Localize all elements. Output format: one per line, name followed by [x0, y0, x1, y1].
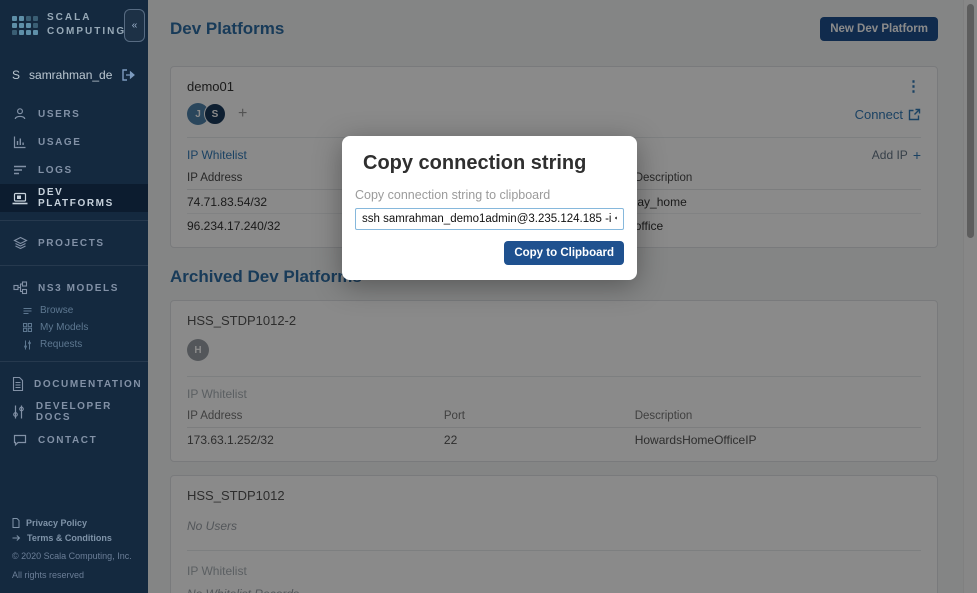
sidebar-subitem-my-models[interactable]: My Models: [0, 319, 148, 336]
sidebar-item-ns3-models[interactable]: NS3 MODELS: [0, 274, 148, 302]
sidebar-label: USERS: [38, 109, 80, 120]
sliders-small-icon: [22, 340, 32, 350]
sidebar-collapse-button[interactable]: «: [124, 9, 145, 42]
sidebar-item-projects[interactable]: PROJECTS: [0, 229, 148, 257]
sidebar-label: DEVELOPER DOCS: [36, 401, 136, 423]
sidebar-label: DOCUMENTATION: [34, 379, 142, 390]
sidebar-item-dev-platforms[interactable]: DEV PLATFORMS: [0, 184, 148, 212]
brand-line1: SCALA: [47, 11, 126, 25]
sidebar-nav: USERS USAGE LOGS DEV PLATFORMS: [0, 100, 148, 454]
modal-title: Copy connection string: [363, 152, 624, 175]
copyright-text: © 2020 Scala Computing, Inc.: [12, 549, 136, 564]
sidebar-divider: [0, 361, 148, 362]
modal-backdrop[interactable]: [148, 0, 977, 593]
person-icon: [12, 107, 28, 121]
copy-to-clipboard-button[interactable]: Copy to Clipboard: [504, 241, 624, 265]
sidebar-item-users[interactable]: USERS: [0, 100, 148, 128]
terms-label: Terms & Conditions: [27, 533, 112, 543]
sidebar-item-developer-docs[interactable]: DEVELOPER DOCS: [0, 398, 148, 426]
sidebar: SCALA COMPUTING « S samrahman_de... USER…: [0, 0, 148, 593]
terms-link[interactable]: Terms & Conditions: [12, 530, 136, 545]
sliders-icon: [12, 405, 26, 419]
layers-icon: [12, 236, 28, 250]
sidebar-divider: [0, 220, 148, 221]
sidebar-sublabel: My Models: [40, 322, 88, 333]
arrow-small-icon: [12, 534, 21, 542]
sidebar-subitem-requests[interactable]: Requests: [0, 336, 148, 353]
user-initial: S: [12, 68, 20, 82]
privacy-policy-label: Privacy Policy: [26, 518, 87, 528]
sidebar-label: DEV PLATFORMS: [38, 187, 136, 209]
sidebar-item-logs[interactable]: LOGS: [0, 156, 148, 184]
brand-line2: COMPUTING: [47, 25, 126, 39]
chat-bubble-icon: [12, 434, 28, 446]
browse-list-icon: [22, 307, 32, 315]
sidebar-label: CONTACT: [38, 435, 97, 446]
laptop-icon: [12, 192, 28, 205]
bar-chart-icon: [12, 135, 28, 149]
connection-string-input[interactable]: [355, 208, 624, 230]
doc-small-icon: [12, 518, 20, 528]
brand-name: SCALA COMPUTING: [47, 11, 126, 39]
copy-connection-modal: Copy connection string Copy connection s…: [342, 136, 637, 280]
sidebar-item-contact[interactable]: CONTACT: [0, 426, 148, 454]
sidebar-sublabel: Requests: [40, 339, 82, 350]
sidebar-footer: Privacy Policy Terms & Conditions © 2020…: [0, 507, 148, 593]
modal-label: Copy connection string to clipboard: [355, 188, 624, 202]
sidebar-label: LOGS: [38, 165, 73, 176]
sidebar-divider: [0, 265, 148, 266]
app-root: SCALA COMPUTING « S samrahman_de... USER…: [0, 0, 977, 593]
rights-text: All rights reserved: [12, 568, 136, 583]
privacy-policy-link[interactable]: Privacy Policy: [12, 515, 136, 530]
user-name: samrahman_de...: [29, 68, 112, 82]
sidebar-label: PROJECTS: [38, 238, 105, 249]
sidebar-label: USAGE: [38, 137, 82, 148]
scala-grid-logo-icon: [12, 16, 38, 35]
logout-icon[interactable]: [121, 68, 136, 82]
log-lines-icon: [12, 164, 28, 176]
sidebar-subitem-browse[interactable]: Browse: [0, 302, 148, 319]
my-models-icon: [22, 323, 32, 332]
nodes-icon: [12, 281, 28, 295]
document-icon: [12, 377, 24, 391]
collapse-chevrons-icon: «: [132, 20, 138, 31]
sidebar-item-usage[interactable]: USAGE: [0, 128, 148, 156]
sidebar-sublabel: Browse: [40, 305, 73, 316]
user-row[interactable]: S samrahman_de...: [0, 62, 148, 88]
sidebar-item-documentation[interactable]: DOCUMENTATION: [0, 370, 148, 398]
sidebar-label: NS3 MODELS: [38, 283, 119, 294]
